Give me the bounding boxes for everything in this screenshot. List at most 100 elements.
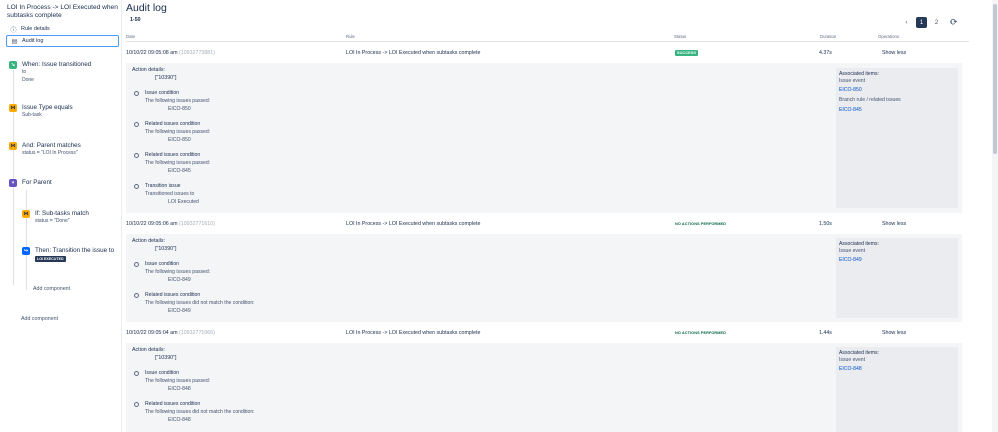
- row-details: Action details: ["10390"] Issue conditio…: [126, 343, 962, 432]
- row-date-text: 10/10/22 09:05:06 am: [126, 221, 178, 227]
- scrollbar-thumb[interactable]: [993, 4, 997, 154]
- row-uid: (10932773881): [179, 50, 215, 56]
- branch-connector: [26, 190, 27, 290]
- action-details-value: ["10390"]: [155, 75, 177, 81]
- circle-icon: [134, 262, 139, 267]
- row-duration: 1.44s: [819, 330, 832, 336]
- action-target: LOI EXECUTED: [35, 256, 66, 262]
- refresh-icon[interactable]: ⟳: [950, 17, 958, 28]
- branch-title: For Parent: [22, 179, 52, 186]
- entry-title: Issue condition: [145, 370, 179, 376]
- entry-sub: The following issues did not match the c…: [145, 409, 255, 415]
- issue-link[interactable]: EICO-849: [839, 257, 862, 263]
- associated-items: Associated items: Issue event EICO-848: [836, 347, 958, 432]
- status-badge: NO ACTIONS PERFORMED: [675, 331, 727, 335]
- nav-audit-log[interactable]: ▤ Audit log: [6, 35, 119, 47]
- assoc-label: Branch rule / related issues: [839, 97, 901, 103]
- entry-sub: Transitioned issues to: [145, 191, 195, 197]
- circle-icon: [134, 184, 139, 189]
- add-component-branch[interactable]: Add component: [33, 286, 70, 292]
- entry-sub: The following issues passed:: [145, 378, 211, 384]
- page-2-button[interactable]: 2: [931, 17, 942, 28]
- audit-log-panel: Audit log 1-50 ‹ 1 2 › ⟳ Date Rule Statu…: [122, 0, 998, 432]
- row-uid: (10932771066): [179, 330, 215, 336]
- info-icon: ⓘ: [10, 27, 17, 34]
- show-less-button[interactable]: Show less: [882, 50, 906, 56]
- associated-items: Associated items: Issue event EICO-849: [836, 238, 958, 318]
- result-range: 1-50: [130, 17, 141, 23]
- entry-title: Issue condition: [145, 261, 179, 267]
- transition-icon: ↪: [22, 247, 30, 255]
- trigger-to: to: [22, 69, 27, 75]
- row-rule: LOI In Process -> LOI Executed when subt…: [346, 221, 481, 227]
- assoc-title: Associated items:: [839, 350, 879, 356]
- status-badge: SUCCESS: [675, 50, 699, 56]
- entry-issue: EICO-849: [168, 277, 191, 283]
- table-row[interactable]: 10/10/22 09:05:08 am (10932773881) LOI I…: [126, 48, 969, 59]
- row-date-text: 10/10/22 09:05:04 am: [126, 330, 178, 336]
- action-details-value: ["10390"]: [155, 355, 177, 361]
- col-duration: Duration: [820, 34, 837, 39]
- flow-connector: [13, 70, 14, 285]
- entry-issue: EICO-845: [168, 168, 191, 174]
- action-details-label: Action details:: [132, 347, 165, 353]
- issue-link[interactable]: EICO-845: [839, 107, 862, 113]
- condition-title: If: Sub-tasks match: [35, 210, 89, 217]
- col-status: Status: [674, 34, 687, 39]
- condition-icon: ⋈: [9, 142, 17, 150]
- entry-issue: LOI Executed: [168, 199, 199, 205]
- rule-title: LOI In Process -> LOI Executed when subt…: [7, 4, 118, 20]
- table-row[interactable]: 10/10/22 09:05:06 am (10932771610) LOI I…: [126, 219, 969, 230]
- action-title: Then: Transition the issue to: [35, 247, 115, 254]
- document-icon: ▤: [11, 38, 18, 45]
- add-component-root[interactable]: Add component: [21, 316, 58, 322]
- entry-sub: The following issues passed:: [145, 269, 211, 275]
- row-rule: LOI In Process -> LOI Executed when subt…: [346, 50, 481, 56]
- entry-sub: The following issues did not match the c…: [145, 300, 255, 306]
- entry-title: Related issues condition: [145, 121, 201, 127]
- entry-title: Transition issue: [145, 183, 181, 189]
- page-scrollbar[interactable]: [992, 0, 998, 432]
- issue-link[interactable]: EICO-848: [839, 366, 862, 372]
- row-date: 10/10/22 09:05:04 am (10932771066): [126, 330, 215, 336]
- col-date: Date: [126, 34, 136, 39]
- show-less-button[interactable]: Show less: [882, 221, 906, 227]
- table-header: Date Rule Status Duration Operations: [126, 32, 969, 42]
- entry-title: Related issues condition: [145, 401, 201, 407]
- page-1-button[interactable]: 1: [916, 17, 927, 28]
- action-details-label: Action details:: [132, 67, 165, 73]
- entry-issue: EICO-850: [168, 106, 191, 112]
- action-details-value: ["10390"]: [155, 246, 177, 252]
- show-less-button[interactable]: Show less: [882, 330, 906, 336]
- prev-page-icon[interactable]: ‹: [901, 17, 912, 28]
- circle-icon: [134, 91, 139, 96]
- row-duration: 1.50s: [819, 221, 832, 227]
- trigger-title: When: Issue transitioned: [22, 61, 92, 68]
- circle-icon: [134, 153, 139, 158]
- entry-title: Issue condition: [145, 90, 179, 96]
- issue-link[interactable]: EICO-850: [839, 87, 862, 93]
- rule-sidebar: LOI In Process -> LOI Executed when subt…: [0, 0, 122, 432]
- col-rule: Rule: [346, 34, 355, 39]
- condition-value: Sub-task: [22, 112, 42, 118]
- status-badge: LOI EXECUTED: [35, 256, 66, 262]
- row-uid: (10932771610): [179, 221, 215, 227]
- entry-issue: EICO-848: [168, 417, 191, 423]
- nav-rule-details[interactable]: ⓘ Rule details: [6, 23, 119, 35]
- entry-title: Related issues condition: [145, 292, 201, 298]
- circle-icon: [134, 371, 139, 376]
- entry-title: Related issues condition: [145, 152, 201, 158]
- branch-icon: ⑂: [9, 179, 17, 187]
- condition-title: Issue Type equals: [22, 104, 73, 111]
- assoc-label: Issue event: [839, 78, 866, 84]
- entry-sub: The following issues passed:: [145, 129, 211, 135]
- circle-icon: [134, 402, 139, 407]
- pagination: ‹ 1 2 ›: [901, 17, 957, 28]
- row-details: Action details: ["10390"] Issue conditio…: [126, 63, 962, 213]
- entry-sub: The following issues passed:: [145, 160, 211, 166]
- entry-sub: The following issues passed:: [145, 98, 211, 104]
- assoc-title: Associated items:: [839, 71, 879, 77]
- table-row[interactable]: 10/10/22 09:05:04 am (10932771066) LOI I…: [126, 328, 969, 339]
- row-duration: 4.37s: [819, 50, 832, 56]
- page-title: Audit log: [126, 2, 167, 14]
